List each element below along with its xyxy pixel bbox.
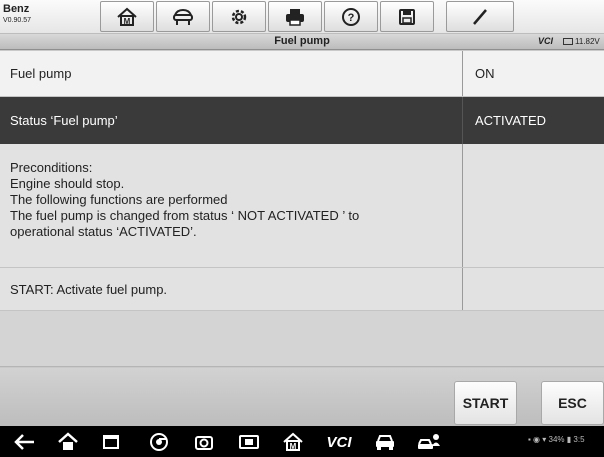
save-icon [399, 8, 415, 25]
preconditions-text: Preconditions: Engine should stop. The f… [0, 144, 462, 267]
start-instruction-row: START: Activate fuel pump. [0, 268, 604, 311]
row-value: ACTIVATED [462, 97, 604, 144]
svg-text:M: M [124, 17, 131, 26]
brand-block: Benz V0.90.57 [3, 4, 93, 26]
esc-button[interactable]: ESC [541, 381, 604, 425]
car-icon [376, 435, 394, 450]
help-icon: ? [342, 7, 360, 26]
home-nav-button[interactable] [55, 431, 81, 453]
status-area: ▪ ◉ ▾ 34% ▮ 3:5 [528, 435, 585, 444]
back-button[interactable] [12, 431, 38, 453]
start-button[interactable]: START [454, 381, 517, 425]
precondition-line: Preconditions: [10, 160, 93, 175]
home-button[interactable]: M [100, 1, 154, 32]
annotate-button[interactable] [446, 1, 514, 32]
page-title: Fuel pump [274, 35, 330, 47]
maxisys-home-icon: M [283, 432, 303, 451]
empty-area [0, 311, 604, 367]
row-label: Fuel pump [10, 66, 72, 81]
battery-icon [563, 38, 573, 45]
action-bar: START ESC [0, 368, 604, 426]
brand-name: Benz [3, 3, 30, 15]
top-toolbar: Benz V0.90.57 M ? [0, 0, 604, 34]
screenshot-button[interactable] [236, 431, 262, 453]
table-row-fuel-pump[interactable]: Fuel pump ON [0, 51, 604, 97]
precondition-line: The following functions are performed [10, 192, 228, 207]
help-button[interactable]: ? [324, 1, 378, 32]
printer-icon [286, 8, 304, 26]
row-value: ON [462, 51, 604, 96]
vci-label: VCI [538, 36, 554, 46]
notification-icon: ▪ ◉ ▾ [528, 435, 547, 444]
battery-voltage-value: 11.82V [575, 37, 600, 46]
remote-support-button[interactable] [414, 431, 444, 453]
save-button[interactable] [380, 1, 434, 32]
home-icon: M [117, 7, 137, 26]
precondition-line: The fuel pump is changed from status ‘ N… [10, 208, 360, 223]
browser-button[interactable] [146, 431, 172, 453]
vehicle-lift-icon [173, 8, 193, 25]
row-label: Status ‘Fuel pump’ [10, 113, 118, 128]
battery-voltage: 11.82V [563, 37, 600, 46]
svg-text:M: M [290, 442, 297, 451]
version-label: V0.90.57 [3, 17, 32, 24]
preconditions-value-cell [462, 144, 604, 267]
gear-icon [231, 9, 247, 24]
precondition-line: operational status ‘ACTIVATED’. [10, 224, 197, 239]
android-home-icon [58, 432, 78, 450]
recent-apps-button[interactable] [98, 431, 124, 453]
back-arrow-icon [14, 434, 34, 450]
maxisys-home-button[interactable]: M [280, 431, 306, 453]
clock: 3:5 [573, 435, 585, 444]
system-navigation-bar: M VCI ▪ ◉ ▾ 34% ▮ 3:5 [0, 426, 604, 457]
vci-shortcut-label: VCI [326, 433, 352, 451]
precondition-line: Engine should stop. [10, 176, 125, 191]
screenshot-icon [239, 435, 259, 449]
preconditions-block: Preconditions: Engine should stop. The f… [0, 144, 604, 268]
recent-apps-icon [103, 435, 119, 449]
camera-button[interactable] [191, 431, 217, 453]
vci-shortcut-button[interactable]: VCI [322, 431, 356, 453]
battery-icon: ▮ [566, 435, 572, 444]
app-window: Benz V0.90.57 M ? Fuel pump VCI 11.82V F… [0, 0, 604, 457]
print-button[interactable] [268, 1, 322, 32]
table-row-status-fuel-pump[interactable]: Status ‘Fuel pump’ ACTIVATED [0, 97, 604, 144]
battery-percent: 34% [548, 435, 565, 444]
vehicle-shortcut-button[interactable] [372, 431, 398, 453]
chrome-icon [150, 433, 168, 451]
svg-text:?: ? [348, 12, 355, 24]
car-person-icon [418, 434, 440, 449]
start-instruction: START: Activate fuel pump. [10, 281, 168, 297]
pen-icon [473, 8, 487, 25]
title-bar: Fuel pump VCI 11.82V [0, 34, 604, 50]
vehicle-button[interactable] [156, 1, 210, 32]
settings-button[interactable] [212, 1, 266, 32]
camera-icon [195, 436, 213, 450]
start-instruction-value-cell [462, 268, 604, 310]
